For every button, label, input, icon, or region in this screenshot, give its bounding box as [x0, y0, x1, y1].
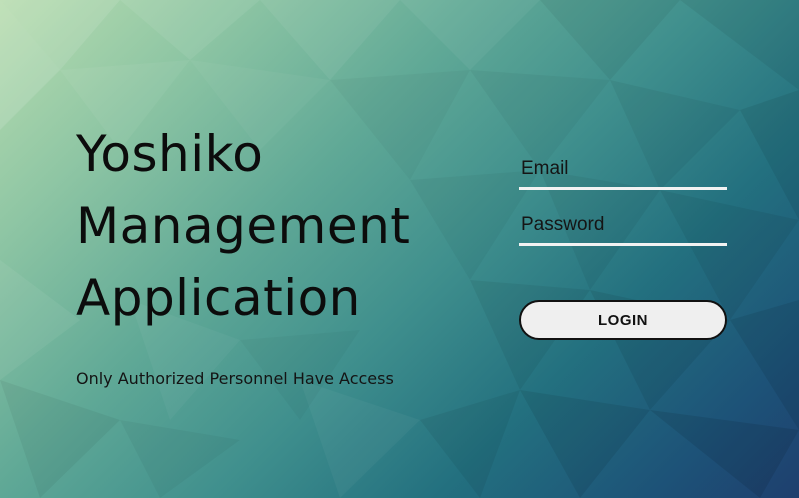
app-title-line-2: Management	[76, 197, 411, 255]
login-form: LOGIN	[519, 150, 727, 340]
email-input[interactable]	[519, 150, 727, 190]
login-page: Yoshiko Management Application Only Auth…	[0, 0, 799, 498]
app-title: Yoshiko Management Application	[76, 118, 476, 334]
app-title-line-3: Application	[76, 269, 361, 327]
login-button[interactable]: LOGIN	[519, 300, 727, 340]
password-input[interactable]	[519, 206, 727, 246]
app-title-line-1: Yoshiko	[76, 125, 264, 183]
access-notice: Only Authorized Personnel Have Access	[76, 369, 394, 388]
